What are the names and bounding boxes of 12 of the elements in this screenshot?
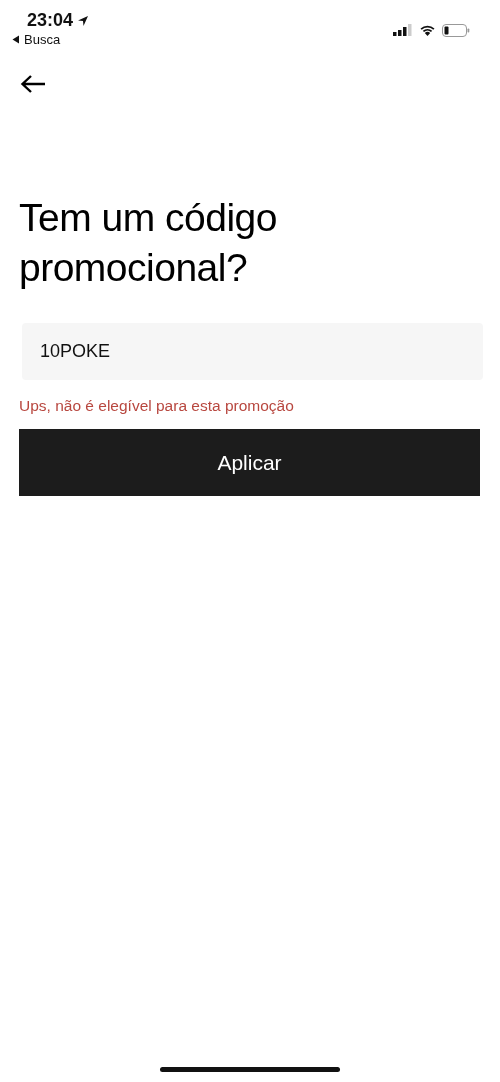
error-message: Ups, não é elegível para esta promoção — [19, 397, 295, 415]
wifi-icon — [419, 24, 436, 36]
location-arrow-icon — [77, 14, 90, 27]
signal-icon — [393, 24, 413, 36]
page-title: Tem um código promocional? — [19, 195, 278, 291]
promo-code-field[interactable]: 10POKE — [22, 323, 483, 380]
back-arrow-icon[interactable] — [20, 74, 46, 94]
battery-icon — [442, 23, 470, 37]
status-time: 23:04 — [27, 10, 74, 31]
back-triangle-icon — [12, 35, 20, 44]
apply-button[interactable]: Aplicar — [19, 429, 480, 496]
back-to-app-link[interactable]: Busca — [24, 32, 61, 47]
